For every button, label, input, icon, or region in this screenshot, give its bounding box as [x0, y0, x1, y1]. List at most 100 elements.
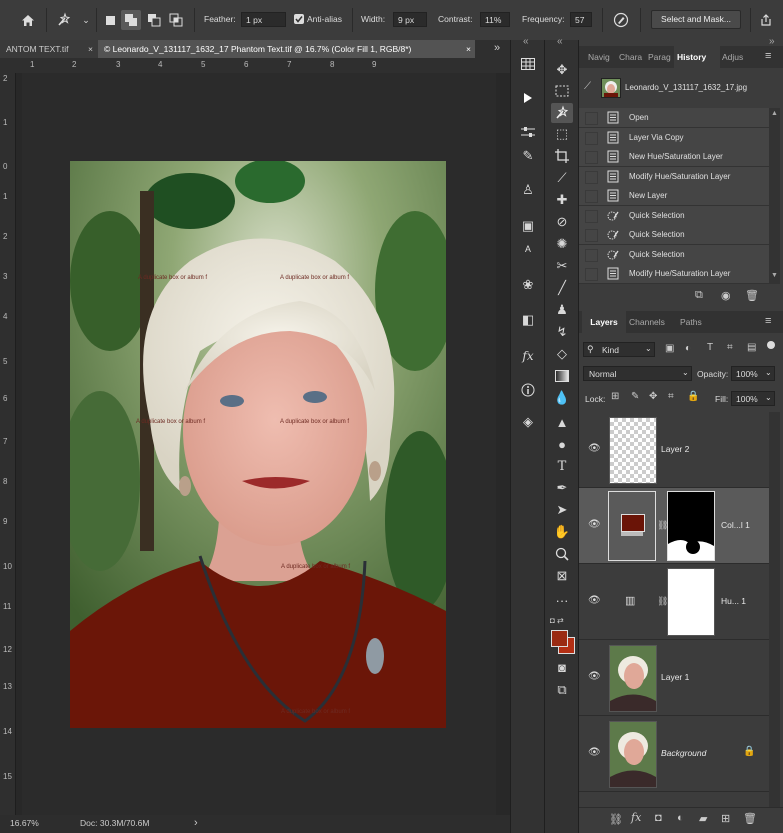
history-state-row[interactable]: Open	[579, 108, 769, 128]
group-folder-icon[interactable]: ▰	[699, 812, 707, 825]
red-eye-icon[interactable]: ✂	[551, 256, 573, 276]
visibility-eye-icon[interactable]: 👁	[588, 747, 601, 758]
default-colors-icon[interactable]: ◘ ⇄	[550, 616, 564, 625]
tab-channels[interactable]: Channels	[626, 311, 668, 333]
more-tools-icon[interactable]: ···	[551, 590, 573, 610]
trash-icon[interactable]: 🗑	[745, 289, 759, 302]
history-state-row[interactable]: Modify Hue/Saturation Layer	[579, 264, 769, 284]
visibility-eye-icon[interactable]: 👁	[588, 519, 601, 530]
scroll-down-icon[interactable]: ▼	[771, 272, 778, 279]
layer-row-color-fill-1[interactable]: 👁 ⛓ Col...l 1	[579, 488, 769, 564]
tab-paragraph[interactable]: Parag	[645, 46, 674, 68]
tab-adjustments[interactable]: Adjus	[719, 46, 746, 68]
contrast-input[interactable]: 11%	[480, 12, 510, 27]
new-selection-icon[interactable]	[100, 10, 120, 30]
properties-icon[interactable]: ▣	[517, 216, 539, 236]
type-tool-icon[interactable]: T	[551, 456, 573, 476]
crop-tool-icon[interactable]	[551, 146, 573, 166]
path-selection-icon[interactable]: ➤	[551, 500, 573, 520]
zoom-level[interactable]: 16.67%	[10, 818, 39, 828]
panel-menu-icon[interactable]: ≡	[765, 50, 771, 62]
foreground-color-swatch[interactable]	[551, 630, 568, 647]
healing-brush-icon[interactable]: ⊘	[551, 212, 573, 232]
adjustments-icon[interactable]	[517, 122, 539, 142]
feather-input[interactable]: 1 px	[241, 12, 286, 27]
chevron-down-icon[interactable]: ⌄	[76, 10, 96, 30]
history-state-row[interactable]: Quick Selection	[579, 244, 769, 265]
libraries-icon[interactable]: ◧	[517, 310, 539, 330]
frequency-input[interactable]: 57	[570, 12, 592, 27]
double-chevron-right-icon[interactable]: »	[494, 42, 500, 54]
history-source-checkbox[interactable]	[585, 112, 598, 125]
width-input[interactable]: 9 px	[393, 12, 427, 27]
history-state-row[interactable]: Quick Selection	[579, 205, 769, 226]
3d-icon[interactable]: ◈	[517, 412, 539, 432]
tab-character[interactable]: Chara	[616, 46, 645, 68]
quick-mask-icon[interactable]: ◙	[551, 657, 573, 677]
spot-healing-icon[interactable]: ✚	[551, 190, 573, 210]
layer-row-layer-2[interactable]: 👁 Layer 2	[579, 412, 769, 488]
blend-mode-dropdown[interactable]: Normal ⌄	[583, 366, 692, 381]
intersect-selection-icon[interactable]	[166, 10, 186, 30]
history-source-checkbox[interactable]	[585, 170, 598, 184]
tab-phantom-text[interactable]: ANTOM TEXT.tif ×	[0, 40, 98, 58]
object-selection-icon[interactable]: ⬚	[551, 124, 573, 144]
adjustment-layer-icon[interactable]: ◐	[677, 812, 684, 824]
add-mask-icon[interactable]: ◘	[655, 812, 662, 824]
brush-settings-icon[interactable]: ✎	[517, 146, 539, 166]
lock-artboard-icon[interactable]: ⌗	[668, 391, 674, 402]
close-icon[interactable]: ×	[466, 40, 471, 58]
tab-navigator[interactable]: Navig	[585, 46, 613, 68]
history-source-checkbox[interactable]	[585, 209, 598, 223]
play-icon[interactable]	[517, 88, 539, 108]
layer-filter-kind[interactable]: ⚲ Kind ⌄	[583, 342, 655, 357]
collapse-icon[interactable]: «	[557, 36, 563, 47]
history-brush-icon[interactable]: ↯	[551, 322, 573, 342]
pen-pressure-icon[interactable]	[611, 10, 631, 30]
history-state-row[interactable]: Quick Selection	[579, 225, 769, 245]
filter-type-icon[interactable]: T	[707, 342, 713, 353]
scroll-up-icon[interactable]: ▲	[771, 110, 778, 117]
home-icon[interactable]	[18, 10, 38, 30]
frame-tool-icon[interactable]: ⊠	[551, 566, 573, 586]
new-document-from-state-icon[interactable]: ⧉	[695, 289, 703, 302]
trash-icon[interactable]: 🗑	[743, 812, 757, 825]
move-tool-icon[interactable]: ✥	[551, 60, 573, 80]
quick-selection-tool-icon[interactable]	[551, 103, 573, 123]
new-layer-icon[interactable]: ⊞	[721, 812, 730, 825]
pen-tool-icon[interactable]: ✒	[551, 478, 573, 498]
history-source-checkbox[interactable]	[585, 229, 598, 242]
select-and-mask-button[interactable]: Select and Mask...	[651, 10, 741, 29]
layer-row-layer-1[interactable]: 👁 Layer 1	[579, 640, 769, 716]
subtract-from-selection-icon[interactable]	[144, 10, 164, 30]
history-source-checkbox[interactable]	[585, 268, 598, 281]
filter-smart-object-icon[interactable]: ▤	[747, 342, 756, 353]
patch-tool-icon[interactable]: ✺	[551, 234, 573, 254]
layer-row-background[interactable]: 👁 Background 🔒	[579, 716, 769, 792]
tab-paths[interactable]: Paths	[677, 311, 705, 333]
tab-history[interactable]: History	[674, 46, 720, 68]
visibility-eye-icon[interactable]: 👁	[588, 443, 601, 454]
gradient-tool-icon[interactable]	[551, 366, 573, 386]
clone-stamp-icon[interactable]: ♟	[551, 300, 573, 320]
eraser-tool-icon[interactable]: ◇	[551, 344, 573, 364]
tab-layers[interactable]: Layers	[582, 311, 626, 333]
antialias-checkbox[interactable]	[294, 14, 304, 24]
layers-scrollbar[interactable]	[769, 412, 780, 812]
eyedropper-tool-icon[interactable]: ⟋	[551, 168, 573, 188]
histogram-icon[interactable]	[517, 54, 539, 74]
layer-row-hue-saturation-1[interactable]: 👁 ▥ ⛓ Hu... 1	[579, 564, 769, 640]
lock-transparent-pixels-icon[interactable]: ⊞	[611, 391, 619, 402]
document-photo[interactable]	[70, 161, 446, 728]
screen-mode-icon[interactable]: ⧉	[551, 680, 573, 700]
history-source-checkbox[interactable]	[585, 131, 598, 145]
status-menu-arrow[interactable]: ›	[194, 817, 198, 829]
dodge-tool-icon[interactable]: ●	[551, 434, 573, 454]
history-state-row[interactable]: New Layer	[579, 186, 769, 206]
brush-tool-icon[interactable]: ╱	[551, 278, 573, 298]
fx-styles-icon[interactable]: fx	[517, 346, 539, 366]
history-state-row[interactable]: Layer Via Copy	[579, 127, 769, 148]
link-layers-icon[interactable]: ⛓	[609, 813, 623, 826]
hand-tool-icon[interactable]: ✋	[551, 522, 573, 542]
history-snapshot[interactable]: ⟋ Leonardo_V_131117_1632_17.jpg	[579, 68, 769, 108]
